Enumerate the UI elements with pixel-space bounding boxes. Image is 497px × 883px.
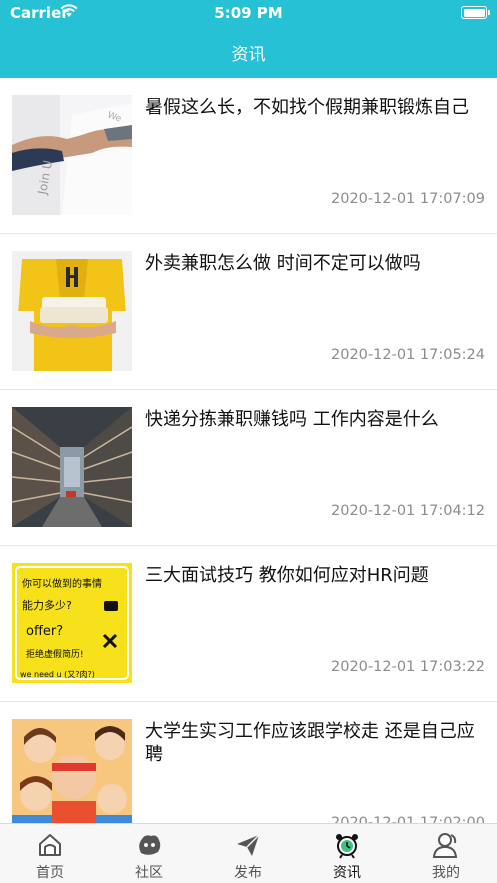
page-title: 资讯 bbox=[231, 45, 266, 65]
article-date: 2020-12-01 17:02:00 bbox=[331, 815, 485, 823]
handshake-image: Join U We bbox=[12, 95, 132, 215]
tab-label: 发布 bbox=[234, 865, 262, 881]
community-icon bbox=[139, 835, 161, 855]
article-thumbnail: Join U We bbox=[12, 95, 132, 215]
article-item[interactable]: 外卖兼职怎么做 时间不定可以做吗 2020-12-01 17:05:24 bbox=[0, 234, 497, 390]
tab-label: 资讯 bbox=[333, 865, 361, 881]
students-illustration bbox=[12, 719, 132, 823]
article-title: 暑假这么长，不如找个假期兼职锻炼自己 bbox=[145, 97, 469, 118]
interview-illustration: 你可以做到的事情 能力多少? offer? 拒绝虚假简历! we need u … bbox=[12, 563, 132, 683]
article-title: 外卖兼职怎么做 时间不定可以做吗 bbox=[145, 253, 421, 274]
alarm-clock-icon bbox=[336, 834, 358, 859]
tab-label: 我的 bbox=[432, 865, 460, 881]
battery-icon bbox=[461, 6, 490, 19]
article-list[interactable]: Join U We 暑假这么长，不如找个假期兼职锻炼自己 2020-12-01 … bbox=[0, 78, 497, 823]
tab-home[interactable]: 首页 bbox=[0, 824, 100, 883]
article-date: 2020-12-01 17:04:12 bbox=[331, 503, 485, 519]
article-title: 大学生实习工作应该跟学校走 还是自己应聘 bbox=[145, 721, 475, 765]
warehouse-image bbox=[12, 407, 132, 527]
tab-news[interactable]: 资讯 bbox=[297, 824, 397, 883]
user-icon bbox=[432, 833, 458, 858]
thumb-text: 能力多少? bbox=[22, 598, 72, 612]
delivery-image bbox=[12, 251, 132, 371]
article-item[interactable]: Join U We 暑假这么长，不如找个假期兼职锻炼自己 2020-12-01 … bbox=[0, 78, 497, 234]
thumb-text: offer? bbox=[26, 624, 63, 639]
thumb-text: 你可以做到的事情 bbox=[22, 577, 102, 590]
article-title: 快递分拣兼职赚钱吗 工作内容是什么 bbox=[145, 409, 439, 430]
article-thumbnail bbox=[12, 719, 132, 823]
article-date: 2020-12-01 17:07:09 bbox=[331, 191, 485, 207]
send-icon bbox=[237, 834, 260, 856]
article-title: 三大面试技巧 教你如何应对HR问题 bbox=[145, 565, 429, 586]
home-icon bbox=[39, 834, 61, 856]
article-date: 2020-12-01 17:03:22 bbox=[331, 659, 485, 675]
status-time: 5:09 PM bbox=[214, 4, 283, 22]
article-date: 2020-12-01 17:05:24 bbox=[331, 347, 485, 363]
thumb-text: 拒绝虚假简历! bbox=[26, 648, 84, 660]
status-bar: Carrier 5:09 PM bbox=[0, 0, 497, 26]
tab-community[interactable]: 社区 bbox=[99, 824, 199, 883]
article-thumbnail: 你可以做到的事情 能力多少? offer? 拒绝虚假简历! we need u … bbox=[12, 563, 132, 683]
tab-label: 社区 bbox=[135, 865, 163, 881]
tab-publish[interactable]: 发布 bbox=[198, 824, 298, 883]
tab-bar: 首页 社区 发布 资讯 我的 bbox=[0, 823, 497, 883]
article-thumbnail bbox=[12, 407, 132, 527]
article-item[interactable]: 你可以做到的事情 能力多少? offer? 拒绝虚假简历! we need u … bbox=[0, 546, 497, 702]
top-bar: Carrier 5:09 PM 资讯 bbox=[0, 0, 497, 78]
article-thumbnail bbox=[12, 251, 132, 371]
tab-label: 首页 bbox=[36, 865, 64, 881]
tab-mine[interactable]: 我的 bbox=[396, 824, 496, 883]
article-item[interactable]: 快递分拣兼职赚钱吗 工作内容是什么 2020-12-01 17:04:12 bbox=[0, 390, 497, 546]
article-item[interactable]: 大学生实习工作应该跟学校走 还是自己应聘 2020-12-01 17:02:00 bbox=[0, 702, 497, 823]
thumb-text: we need u (又?肉?) bbox=[20, 669, 95, 679]
